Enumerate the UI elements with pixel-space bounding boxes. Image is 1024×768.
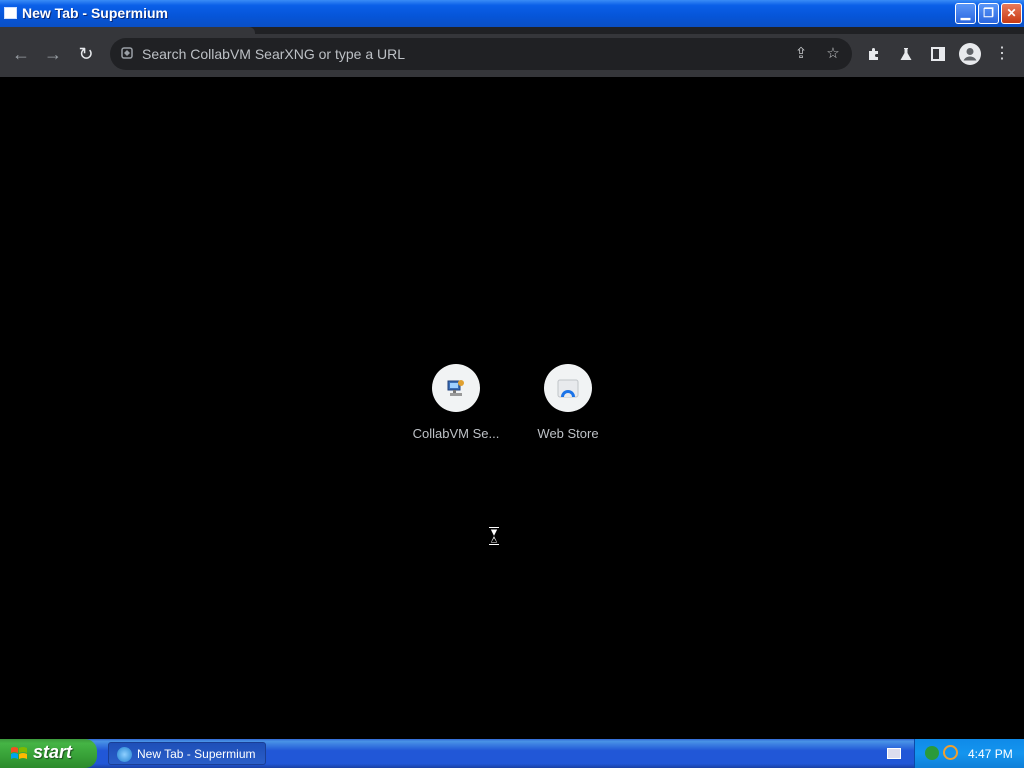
network-icon[interactable] xyxy=(925,746,939,760)
search-tray-icon[interactable] xyxy=(943,745,958,760)
arrow-right-icon: → xyxy=(44,44,62,64)
windows-flag-icon xyxy=(11,747,27,759)
sidepanel-icon xyxy=(931,47,945,61)
taskbar: start New Tab - Supermium 4:47 PM xyxy=(0,739,1024,768)
profile-icon xyxy=(959,43,981,65)
bookmark-button[interactable]: ☆ xyxy=(822,44,844,64)
forward-button[interactable]: → xyxy=(41,42,65,66)
shortcut-tile-collabvm[interactable]: CollabVM Se... xyxy=(400,364,512,441)
tab-strip xyxy=(0,27,255,34)
system-tray: 4:47 PM xyxy=(914,739,1024,768)
window-title: New Tab - Supermium xyxy=(22,5,168,21)
omnibox[interactable]: ⇪ ☆ xyxy=(110,38,852,70)
kebab-menu-icon: ⋮ xyxy=(994,45,1010,62)
minimize-icon: ▁ xyxy=(960,6,971,20)
taskbar-window-button[interactable]: New Tab - Supermium xyxy=(108,742,266,765)
profile-button[interactable] xyxy=(958,42,982,66)
taskbar-window-label: New Tab - Supermium xyxy=(137,747,256,761)
omnibox-input[interactable] xyxy=(140,38,780,70)
collabvm-icon xyxy=(447,380,464,396)
shortcut-icon-circle xyxy=(544,364,592,412)
keyboard-icon[interactable] xyxy=(887,748,901,759)
new-tab-page: CollabVM Se... Web Store xyxy=(0,77,1024,739)
puzzle-icon xyxy=(869,48,878,60)
labs-button[interactable] xyxy=(894,42,918,66)
shortcut-label: Web Store xyxy=(537,426,599,441)
start-label: start xyxy=(33,742,73,762)
reload-button[interactable]: ↻ xyxy=(74,42,98,66)
share-icon: ⇪ xyxy=(794,45,808,62)
close-button[interactable]: ✕ xyxy=(1001,3,1022,24)
back-button[interactable]: ← xyxy=(9,42,33,66)
shortcut-icon-circle xyxy=(432,364,480,412)
hourglass-cursor-icon xyxy=(488,526,500,546)
clock[interactable]: 4:47 PM xyxy=(968,747,1013,761)
shortcut-tile-web-store[interactable]: Web Store xyxy=(512,364,624,441)
flask-icon xyxy=(900,48,912,60)
side-panel-button[interactable] xyxy=(926,42,950,66)
star-icon: ☆ xyxy=(826,45,840,62)
supermium-icon xyxy=(117,747,132,762)
search-engine-icon xyxy=(121,47,133,59)
reload-icon: ↻ xyxy=(78,44,94,64)
webstore-icon xyxy=(557,379,579,398)
minimize-button[interactable]: ▁ xyxy=(955,3,976,24)
start-button[interactable]: start xyxy=(0,739,97,768)
close-icon: ✕ xyxy=(1006,6,1017,20)
browser-menu-button[interactable]: ⋮ xyxy=(990,42,1014,66)
window-titlebar[interactable]: New Tab - Supermium ▁ ❐ ✕ xyxy=(0,0,1024,27)
restore-button[interactable]: ❐ xyxy=(978,3,999,24)
app-window-icon xyxy=(4,7,17,19)
extensions-button[interactable] xyxy=(862,42,886,66)
share-button[interactable]: ⇪ xyxy=(790,44,812,64)
restore-icon: ❐ xyxy=(983,6,994,20)
arrow-left-icon: ← xyxy=(12,44,30,64)
shortcut-label: CollabVM Se... xyxy=(412,426,500,441)
browser-toolbar: ← → ↻ ⇪ ☆ xyxy=(0,27,1024,77)
